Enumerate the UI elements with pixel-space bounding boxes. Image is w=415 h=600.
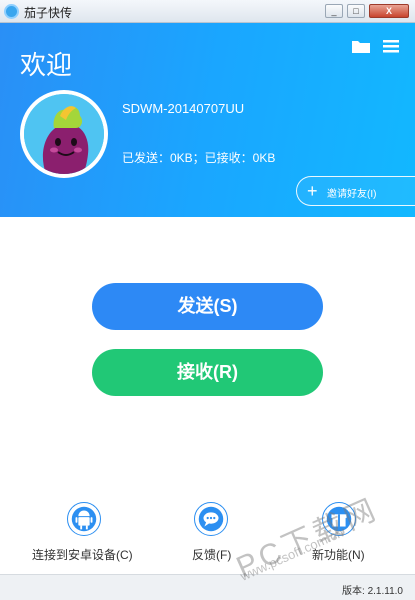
connect-android-action[interactable]: 连接到安卓设备(C) [30,502,140,562]
minimize-button[interactable]: _ [325,4,343,18]
send-button[interactable]: 发送(S) [92,283,323,330]
title-bar: 茄子快传 _ □ X [0,0,415,23]
eggplant-avatar-icon [24,94,104,174]
receive-button[interactable]: 接收(R) [92,349,323,396]
transfer-stats: 已发送：0KB；已接收：0KB [122,151,276,165]
close-button[interactable]: X [369,4,409,18]
android-icon [67,502,101,536]
folder-icon[interactable] [352,40,370,53]
feedback-label: 反馈(F) [192,548,232,562]
chat-bubble-icon [194,502,228,536]
profile-header: 欢迎 SDWM-20140707UU 已发送：0KB；已接收：0KB + 邀请好… [0,23,415,217]
version-text: 版本: 2.1.11.0 [342,586,403,597]
device-name: SDWM-20140707UU [122,101,245,116]
connect-android-label: 连接到安卓设备(C) [32,548,133,562]
invite-friends-label: 邀请好友(I) [327,189,377,200]
status-bar: 版本: 2.1.11.0 [0,574,415,600]
app-logo-icon [4,4,19,19]
maximize-button[interactable]: □ [347,4,365,18]
plus-icon: + [307,181,318,201]
invite-friends-button[interactable]: + 邀请好友(I) [296,176,415,206]
welcome-title: 欢迎 [20,50,73,80]
avatar[interactable] [20,90,108,178]
window-title: 茄子快传 [24,6,73,20]
menu-icon[interactable] [383,39,399,53]
